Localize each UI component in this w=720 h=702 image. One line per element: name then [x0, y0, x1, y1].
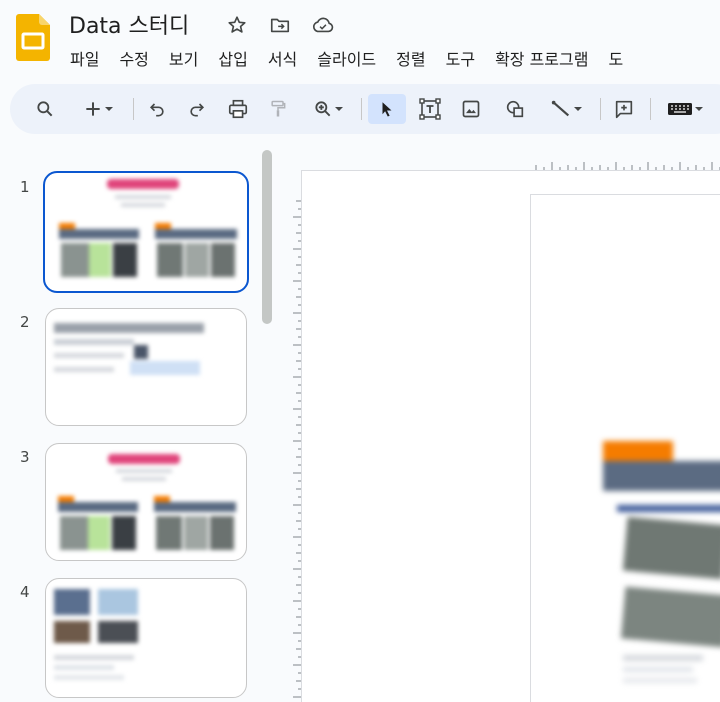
- menu-help[interactable]: 도: [598, 42, 633, 74]
- current-slide[interactable]: [530, 194, 720, 702]
- line-icon: [550, 98, 572, 120]
- chevron-down-icon: [572, 103, 584, 115]
- add-comment-button[interactable]: [609, 94, 639, 124]
- slides-logo-icon[interactable]: [16, 14, 50, 61]
- menu-extensions[interactable]: 확장 프로그램: [485, 42, 598, 74]
- slide-thumbnail-preview: [46, 309, 246, 425]
- insert-image-button[interactable]: [456, 94, 486, 124]
- print-icon: [227, 98, 249, 120]
- menu-format[interactable]: 서식: [258, 42, 307, 74]
- document-title[interactable]: Data 스터디: [69, 8, 189, 40]
- select-cursor-icon: [378, 99, 396, 119]
- slide-number: 2: [20, 313, 30, 331]
- print-button[interactable]: [223, 94, 253, 124]
- redo-icon: [187, 99, 207, 119]
- menu-bar: 파일 수정 보기 삽입 서식 슬라이드 정렬 도구 확장 프로그램 도: [60, 42, 633, 74]
- star-icon[interactable]: [224, 12, 250, 38]
- paint-format-button[interactable]: [263, 94, 293, 124]
- slide-number: 3: [20, 448, 30, 466]
- toolbar-divider: [133, 98, 134, 120]
- chevron-down-icon: [103, 103, 115, 115]
- slide-number: 4: [20, 583, 30, 601]
- menu-file[interactable]: 파일: [60, 42, 109, 74]
- vertical-ruler[interactable]: [289, 195, 301, 702]
- slide-thumbnail-1[interactable]: [43, 171, 249, 293]
- slide-content-preview: [531, 195, 720, 702]
- paint-format-icon: [268, 98, 288, 120]
- slide-number: 1: [20, 178, 30, 196]
- slide-filmstrip: 1 2 3 4: [0, 140, 280, 702]
- chevron-down-icon: [693, 103, 705, 115]
- slide-thumbnail-preview: [46, 579, 246, 697]
- menu-slide[interactable]: 슬라이드: [307, 42, 386, 74]
- zoom-button[interactable]: [306, 94, 352, 124]
- keyboard-icon: [667, 99, 693, 119]
- select-tool-button[interactable]: [368, 94, 406, 124]
- new-slide-button[interactable]: [76, 94, 122, 124]
- slide-thumbnail-4[interactable]: [45, 578, 247, 698]
- text-box-icon: [418, 97, 442, 121]
- shape-button[interactable]: [500, 94, 530, 124]
- slide-thumbnail-preview: [45, 173, 247, 291]
- chevron-down-icon: [333, 103, 345, 115]
- slide-thumbnail-preview: [46, 444, 246, 560]
- menu-edit[interactable]: 수정: [109, 42, 158, 74]
- zoom-icon: [313, 99, 333, 119]
- undo-icon: [147, 99, 167, 119]
- move-to-folder-icon[interactable]: [267, 12, 293, 38]
- cloud-saved-icon[interactable]: [310, 12, 336, 38]
- menu-insert[interactable]: 삽입: [208, 42, 257, 74]
- toolbar-divider: [600, 98, 601, 120]
- slide-thumbnail-2[interactable]: [45, 308, 247, 426]
- filmstrip-scrollbar[interactable]: [262, 150, 272, 324]
- search-menus-button[interactable]: [30, 94, 60, 124]
- text-box-button[interactable]: [414, 94, 446, 124]
- menu-tools[interactable]: 도구: [436, 42, 485, 74]
- comment-icon: [613, 98, 635, 120]
- menu-arrange[interactable]: 정렬: [386, 42, 435, 74]
- image-icon: [461, 99, 481, 119]
- search-icon: [35, 99, 55, 119]
- slide-thumbnail-3[interactable]: [45, 443, 247, 561]
- toolbar-divider: [650, 98, 651, 120]
- line-button[interactable]: [542, 94, 592, 124]
- toolbar-divider: [361, 98, 362, 120]
- shape-icon: [504, 98, 526, 120]
- horizontal-ruler[interactable]: [532, 156, 720, 170]
- menu-view[interactable]: 보기: [159, 42, 208, 74]
- redo-button[interactable]: [182, 94, 212, 124]
- top-bar: Data 스터디 파일 수정 보기 삽입 서식 슬라이드 정렬 도구 확장 프로…: [0, 0, 720, 80]
- toolbar: [10, 84, 720, 134]
- undo-button[interactable]: [142, 94, 172, 124]
- input-tools-button[interactable]: [660, 94, 712, 124]
- plus-icon: [83, 99, 103, 119]
